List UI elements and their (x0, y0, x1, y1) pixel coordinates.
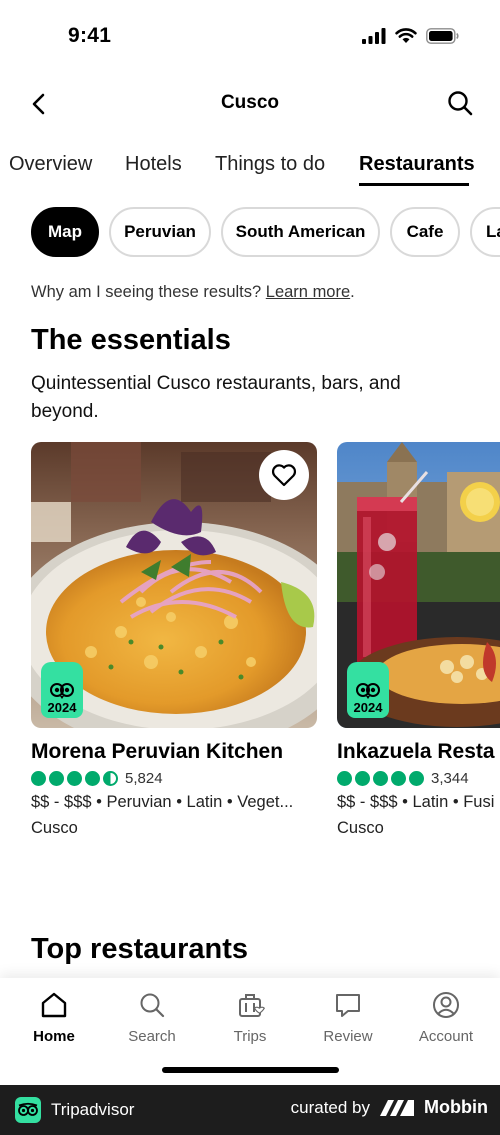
travellers-choice-badge: 2024 (41, 662, 83, 718)
restaurant-card[interactable]: 2024 Inkazuela Resta 3,344 $$ - $$$ • La… (337, 442, 500, 838)
nav-account[interactable]: Account (401, 990, 491, 1045)
owl-icon (50, 683, 74, 699)
nav-review-label: Review (323, 1028, 373, 1045)
nav-account-label: Account (418, 1028, 474, 1045)
award-year: 2024 (47, 700, 77, 715)
status-icons (362, 28, 460, 44)
home-indicator (162, 1067, 339, 1073)
restaurant-name[interactable]: Inkazuela Resta (337, 740, 500, 764)
tripadvisor-logo-icon (15, 1097, 41, 1123)
travellers-choice-badge: 2024 (347, 662, 389, 718)
active-tab-underline (359, 183, 469, 186)
rating-bubble-icon (49, 770, 64, 786)
nav-review[interactable]: Review (303, 990, 393, 1045)
rating-bubble-icon (355, 770, 370, 786)
category-tabs: Overview Hotels Things to do Restaurants (0, 150, 500, 190)
nav-search-label: Search (128, 1028, 176, 1045)
restaurant-meta: $$ - $$$ • Peruvian • Latin • Veget... (31, 793, 294, 811)
essentials-title: The essentials (31, 324, 231, 356)
chip-cafe[interactable]: Cafe (390, 207, 460, 257)
restaurant-meta: $$ - $$$ • Latin • Fusi (337, 793, 495, 811)
tab-overview[interactable]: Overview (9, 153, 92, 176)
account-icon (433, 992, 459, 1018)
tripadvisor-brand: Tripadvisor (15, 1097, 134, 1123)
rating-row: 5,824 (31, 769, 317, 787)
chip-peruvian[interactable]: Peruvian (109, 207, 211, 257)
restaurant-card[interactable]: 2024 Morena Peruvian Kitchen 5,824 $$ - … (31, 442, 317, 838)
essentials-subtitle: Quintessential Cusco restaurants, bars, … (31, 373, 401, 422)
filter-chips: Map Peruvian South American Cafe La (0, 207, 500, 259)
battery-icon (426, 28, 459, 44)
suitcase-icon (239, 994, 265, 1017)
restaurant-location: Cusco (337, 819, 384, 837)
status-time: 9:41 (68, 24, 112, 47)
wifi-icon (395, 28, 417, 43)
restaurant-photo[interactable]: 2024 (337, 442, 500, 728)
tab-things-to-do[interactable]: Things to do (215, 153, 325, 176)
results-explanation: Why am I seeing these results? Learn mor… (31, 283, 355, 302)
rating-bubble-icon (85, 770, 100, 786)
rating-bubble-icon (409, 770, 424, 786)
tab-hotels[interactable]: Hotels (125, 153, 182, 176)
nav-trips[interactable]: Trips (205, 990, 295, 1045)
why-period: . (350, 283, 355, 301)
why-text: Why am I seeing these results? (31, 283, 262, 301)
tab-restaurants[interactable]: Restaurants (359, 153, 475, 176)
save-button[interactable] (259, 450, 309, 500)
search-icon (140, 993, 165, 1018)
nav-home[interactable]: Home (9, 990, 99, 1045)
review-icon (336, 994, 360, 1017)
learn-more-link[interactable]: Learn more (266, 283, 350, 301)
search-icon (448, 91, 473, 116)
status-bar: 9:41 (0, 0, 500, 70)
chip-partial[interactable]: La (470, 207, 500, 257)
heart-icon (271, 464, 297, 487)
mobbin-label: Mobbin (424, 1097, 488, 1117)
rating-bubble-icon (337, 770, 352, 786)
rating-bubble-icon (373, 770, 388, 786)
chip-south-american[interactable]: South American (221, 207, 380, 257)
owl-icon (356, 683, 380, 699)
chip-map[interactable]: Map (31, 207, 99, 257)
rating-bubble-icon (67, 770, 82, 786)
review-count: 3,344 (431, 769, 469, 787)
restaurant-location: Cusco (31, 819, 78, 837)
search-button[interactable] (446, 89, 474, 117)
rating-half-bubble-icon (103, 770, 118, 786)
restaurant-name[interactable]: Morena Peruvian Kitchen (31, 740, 317, 764)
nav-search[interactable]: Search (107, 990, 197, 1045)
restaurant-photo[interactable]: 2024 (31, 442, 317, 728)
home-icon (41, 992, 67, 1018)
nav-trips-label: Trips (233, 1028, 267, 1045)
award-year: 2024 (353, 700, 383, 715)
mobbin-logo-icon (380, 1099, 415, 1116)
rating-row: 3,344 (337, 769, 500, 787)
header: Cusco (0, 82, 500, 126)
rating-bubble-icon (31, 770, 46, 786)
curated-by: curated by Mobbin (291, 1097, 488, 1118)
top-restaurants-title: Top restaurants (31, 933, 249, 965)
bottom-nav: Home Search Trips Review Account (0, 978, 500, 1085)
nav-home-label: Home (33, 1028, 75, 1045)
rating-bubble-icon (391, 770, 406, 786)
tripadvisor-label: Tripadvisor (51, 1100, 135, 1119)
curated-by-label: curated by (290, 1097, 371, 1117)
branding-bar: Tripadvisor curated by Mobbin (0, 1085, 500, 1135)
page-title: Cusco (220, 92, 280, 113)
cellular-signal-icon (362, 28, 386, 44)
review-count: 5,824 (125, 769, 163, 787)
